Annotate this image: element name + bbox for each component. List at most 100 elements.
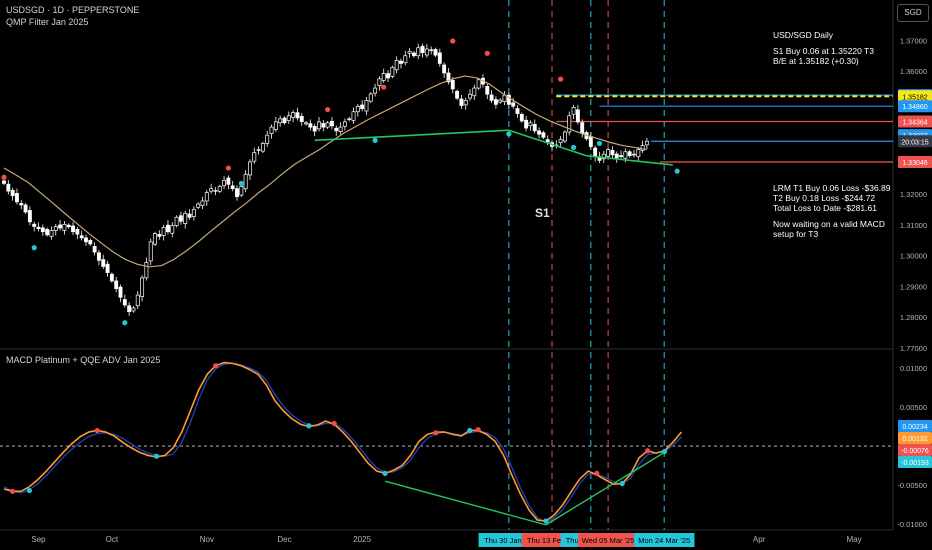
candle-body xyxy=(329,120,334,127)
candle-body xyxy=(442,64,447,74)
candle-body xyxy=(308,123,313,128)
candle-body xyxy=(610,150,615,156)
candle-body xyxy=(101,259,106,267)
signal-dot xyxy=(225,165,231,171)
trade-note-top: USD/SGD Daily S1 Buy 0.06 at 1.35220 T3 … xyxy=(773,30,874,66)
candle-body xyxy=(213,190,218,192)
macd-signal-dot xyxy=(94,427,100,434)
chart-title: USDSGD · 1D · PEPPERSTONE xyxy=(6,5,140,15)
event-date-label: Wed 05 Mar '25 xyxy=(582,536,635,545)
candle-body xyxy=(593,147,598,158)
currency-button[interactable]: SGD xyxy=(897,4,929,22)
candle-body xyxy=(200,200,205,206)
macd-signal-dot xyxy=(26,487,33,494)
candle-body xyxy=(88,239,93,245)
candle-body xyxy=(420,45,425,54)
macd-signal-dot xyxy=(331,420,337,427)
candle-body xyxy=(411,52,416,57)
note-line: Total Loss to Date -$281.61 xyxy=(773,203,877,213)
signal-dot xyxy=(238,180,244,187)
signal-dot xyxy=(372,137,378,143)
candle-body xyxy=(463,100,468,106)
note-line: USD/SGD Daily xyxy=(773,30,833,40)
signal-dot xyxy=(381,84,387,90)
candle-body xyxy=(66,224,71,228)
candle-body xyxy=(273,121,278,130)
candle-body xyxy=(187,213,192,218)
time-tick-label: 2025 xyxy=(353,535,371,544)
candle-body xyxy=(161,227,166,236)
note-line: LRM T1 Buy 0.06 Loss -$36.89 xyxy=(773,183,891,193)
candle-body xyxy=(14,193,19,203)
indicator-label: QMP Filter Jan 2025 xyxy=(6,17,89,27)
candle-body xyxy=(399,60,403,64)
candle-body xyxy=(614,153,619,159)
candle-body xyxy=(109,273,114,282)
chart-canvas: 1.370001.360001.350001.340001.330001.320… xyxy=(0,0,932,550)
note-line: Now waiting on a valid MACD xyxy=(773,219,885,229)
candle-body xyxy=(321,123,326,128)
candle-body xyxy=(433,49,438,56)
candle-body xyxy=(334,127,339,132)
note-line: setup for T3 xyxy=(773,229,819,239)
price-tick-label: 1.32000 xyxy=(900,190,927,199)
signal-dot xyxy=(506,131,512,137)
time-tick-label: May xyxy=(846,535,861,544)
price-tick-label: 1.30000 xyxy=(900,252,927,261)
candle-body xyxy=(532,124,537,132)
candle-body xyxy=(312,126,317,132)
signal-dot xyxy=(122,320,128,326)
candle-body xyxy=(588,136,593,147)
macd-tag-label: -0.00193 xyxy=(901,460,929,467)
candle-body xyxy=(256,149,261,151)
candle-body xyxy=(472,87,477,97)
candle-body xyxy=(355,106,360,113)
chart-background xyxy=(0,0,932,550)
candle-body xyxy=(209,188,214,192)
candle-body xyxy=(511,102,516,107)
candle-body xyxy=(278,118,283,124)
candle-body xyxy=(27,210,32,223)
candle-body xyxy=(79,235,84,239)
price-tag-label: 20:03:15 xyxy=(901,139,928,146)
candle-body xyxy=(170,225,175,234)
price-tag-label: 1.34860 xyxy=(902,104,927,111)
macd-tag-label: 0.00234 xyxy=(902,424,927,431)
candle-body xyxy=(291,112,296,118)
candle-body xyxy=(248,161,252,176)
candle-body xyxy=(390,67,395,77)
macd-signal-dot xyxy=(306,423,312,429)
candle-body xyxy=(580,122,585,134)
candle-body xyxy=(53,226,58,231)
macd-tag-label: 0.00132 xyxy=(902,436,927,443)
candle-body xyxy=(32,223,37,227)
candle-body xyxy=(144,262,149,279)
price-tag-label: 1.34364 xyxy=(902,119,927,126)
candle-body xyxy=(416,47,421,57)
candle-body xyxy=(84,237,88,243)
trade-note-bottom: LRM T1 Buy 0.06 Loss -$36.89 T2 Buy 0.18… xyxy=(773,183,891,239)
candle-body xyxy=(166,224,170,233)
signal-dot xyxy=(325,106,331,113)
candle-body xyxy=(114,280,119,289)
macd-tick-label: 0.00500 xyxy=(900,403,927,412)
time-tick-label: Nov xyxy=(200,535,214,544)
signal-dot xyxy=(31,245,37,251)
candle-body xyxy=(286,115,291,121)
time-tick-label: Oct xyxy=(106,535,119,544)
candle-body xyxy=(459,98,464,106)
candle-body xyxy=(644,140,649,146)
candle-body xyxy=(537,130,542,135)
candle-body xyxy=(62,223,67,231)
candle-body xyxy=(71,225,75,233)
candle-body xyxy=(6,183,11,192)
signal-dot xyxy=(596,140,603,147)
candle-body xyxy=(239,186,244,196)
candle-body xyxy=(325,122,330,128)
price-tick-label: 1.28000 xyxy=(900,313,927,322)
candle-body xyxy=(347,118,352,120)
candle-body xyxy=(226,177,231,185)
candle-body xyxy=(403,55,408,64)
candle-body xyxy=(49,230,54,237)
candle-body xyxy=(524,119,529,129)
